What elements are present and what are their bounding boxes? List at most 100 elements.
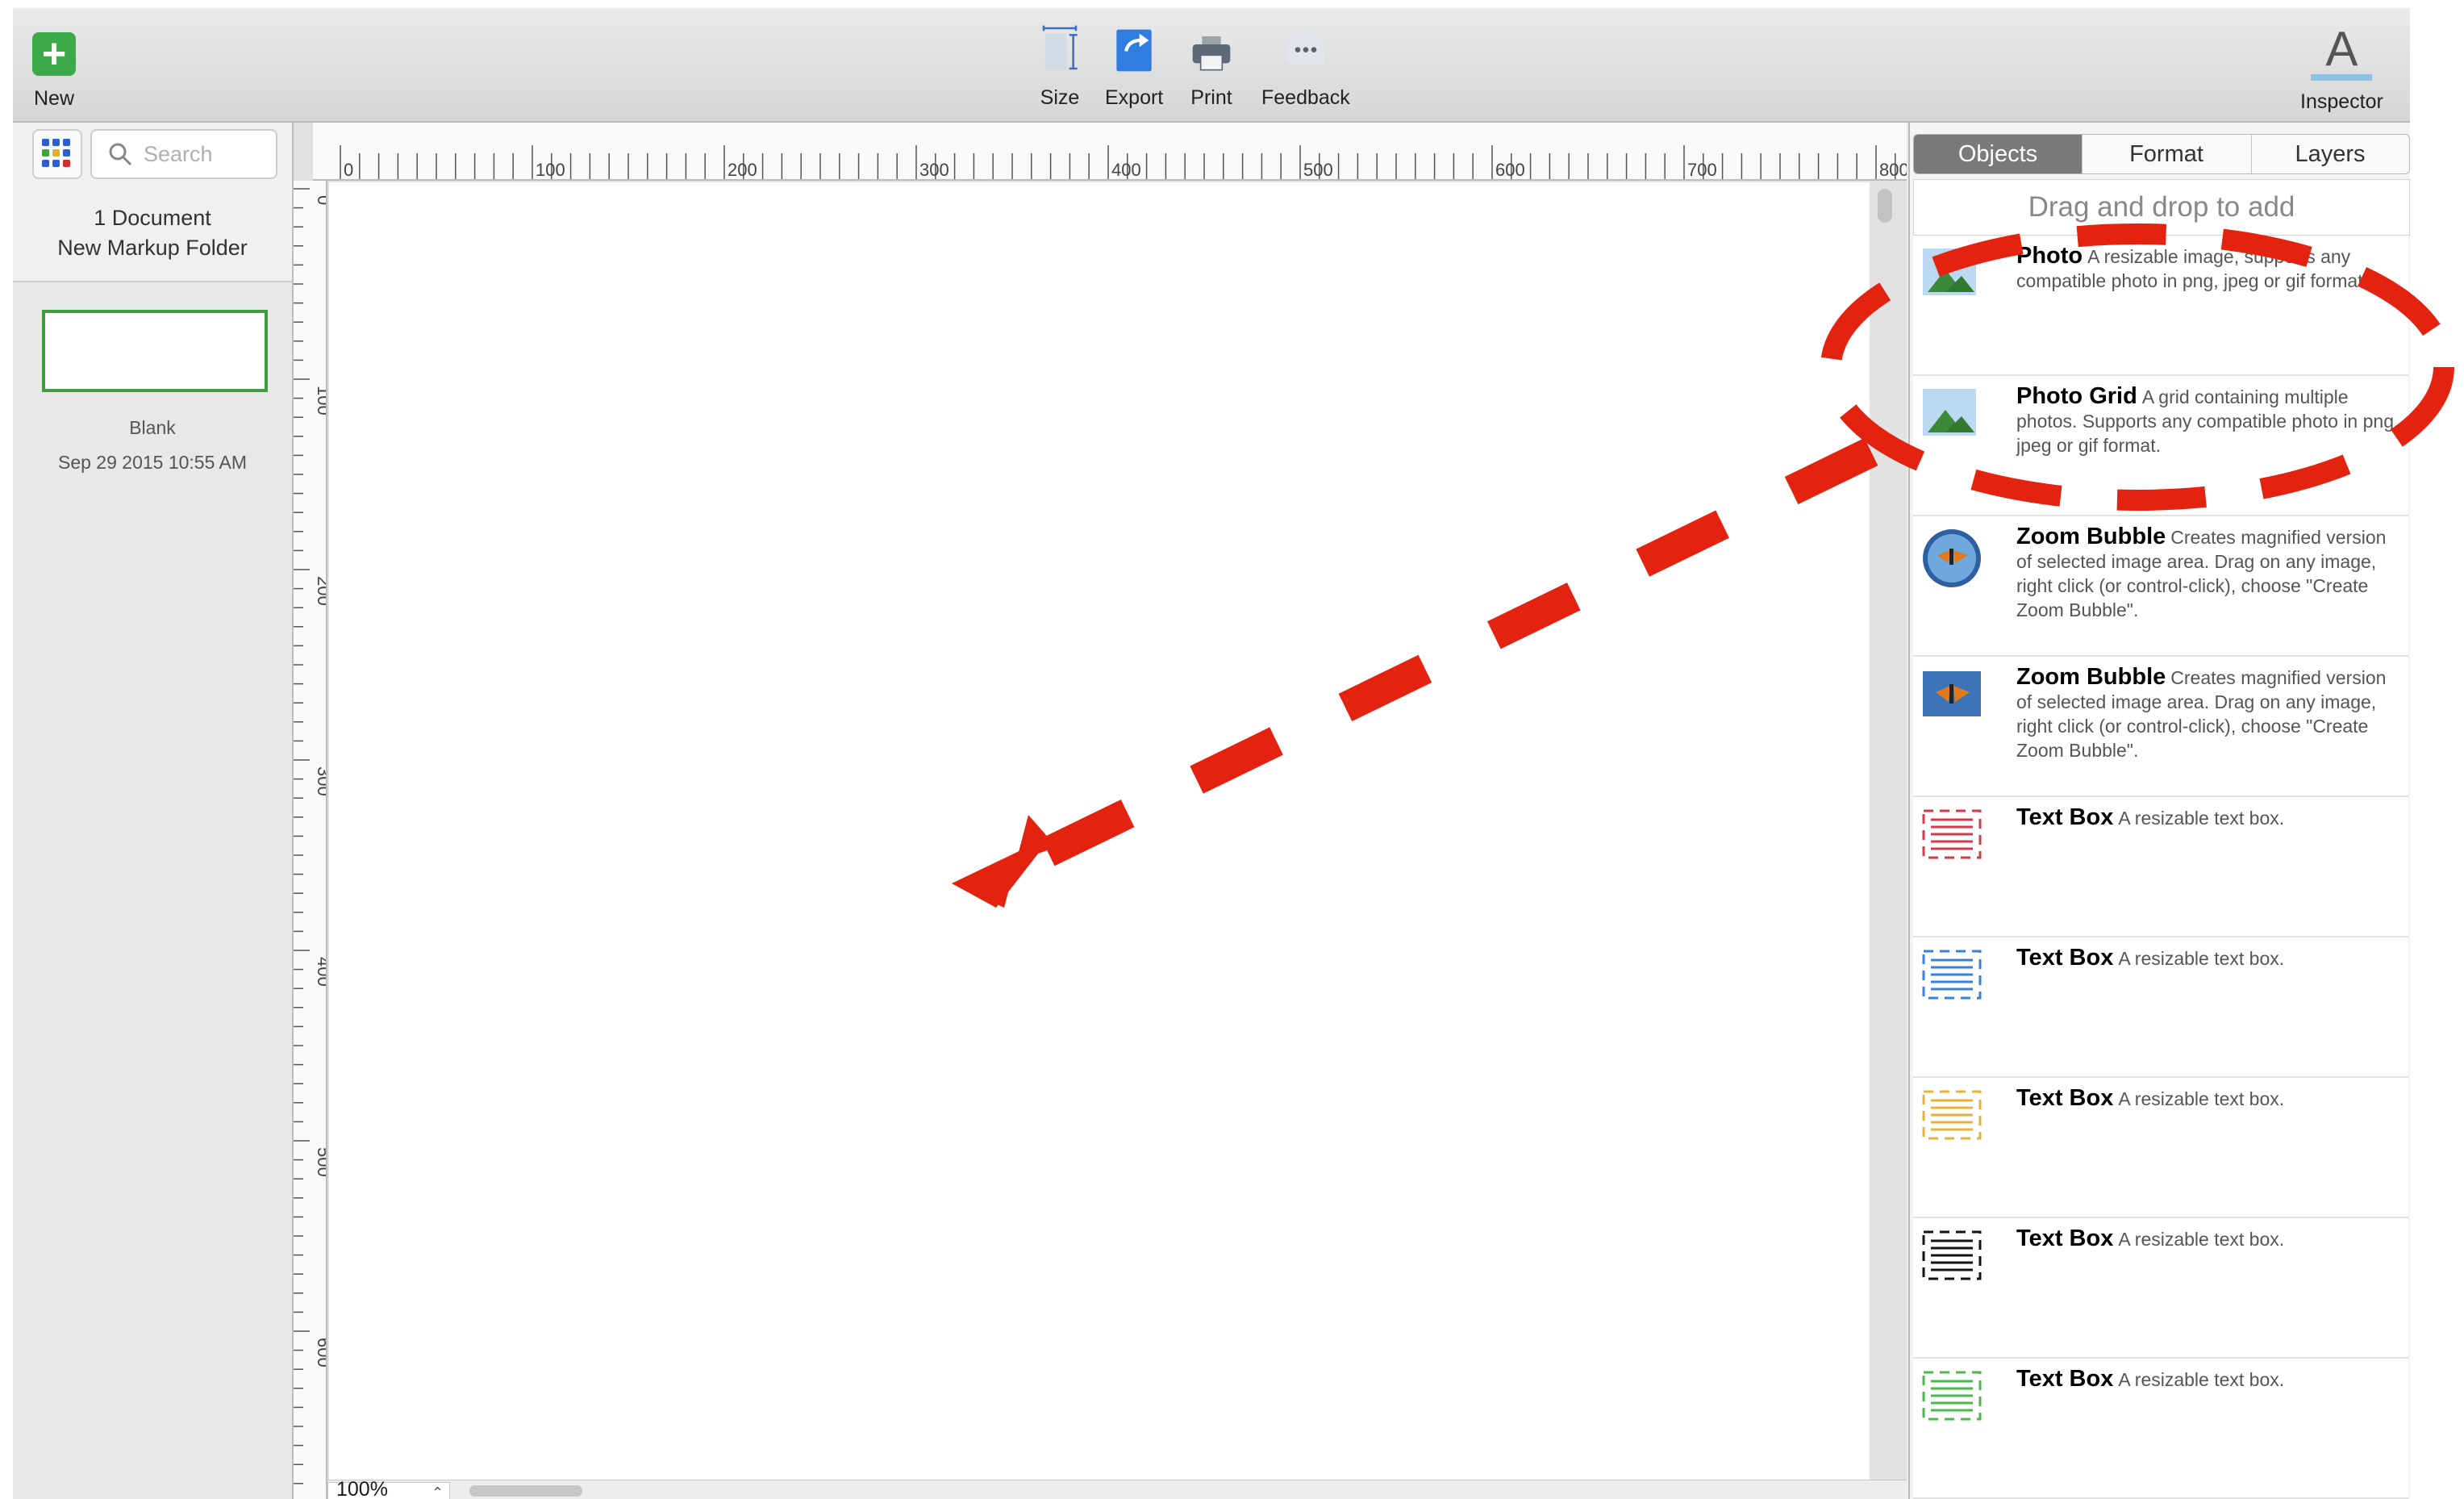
grid-view-button[interactable]	[32, 129, 82, 179]
object-description: Text Box A resizable text box.	[2016, 1086, 2405, 1111]
object-title: Text Box	[2016, 804, 2114, 830]
object-title: Text Box	[2016, 1226, 2114, 1251]
photo-icon	[1921, 247, 1979, 299]
search-icon	[109, 143, 132, 166]
object-description: Text Box A resizable text box.	[2016, 1367, 2405, 1392]
text-box-icon	[1921, 808, 1982, 860]
toolbar: + New Size Export Print Feedback A Inspe…	[13, 8, 2410, 123]
print-label: Print	[1190, 86, 1232, 109]
tab-format[interactable]: Format	[2082, 135, 2252, 173]
plus-icon: +	[32, 32, 76, 76]
object-title: Zoom Bubble	[2016, 524, 2166, 549]
object-item[interactable]: Text Box A resizable text box.	[1913, 937, 2408, 1078]
vertical-ruler: 0 100 200 300 400 500 600	[294, 181, 334, 1499]
zoom-select[interactable]: 100% ⌃	[327, 1478, 450, 1499]
zoom-bubble-round-icon	[1921, 528, 1981, 587]
object-title: Zoom Bubble	[2016, 664, 2166, 690]
ruler-label: 200	[314, 576, 326, 606]
ruler-label: 300	[919, 160, 949, 179]
ruler-label: 100	[314, 386, 326, 415]
object-desc-text: A resizable text box.	[2118, 1088, 2285, 1109]
export-button[interactable]: Export	[1105, 24, 1163, 110]
document-count: 1 Document	[94, 206, 211, 230]
ruler-label: 0	[314, 195, 326, 205]
ruler-label: 600	[1495, 160, 1525, 179]
object-description: Text Box A resizable text box.	[2016, 1226, 2405, 1251]
horizontal-scrollbar[interactable]	[469, 1485, 582, 1497]
size-button[interactable]: Size	[1036, 24, 1084, 110]
ruler-label: 0	[344, 160, 353, 179]
object-title: Text Box	[2016, 1366, 2114, 1392]
drag-hint: Drag and drop to add	[1913, 179, 2410, 236]
canvas-page[interactable]	[329, 182, 1870, 1480]
object-description: Text Box A resizable text box.	[2016, 805, 2405, 830]
object-description: Zoom Bubble Creates magnified version of …	[2016, 665, 2405, 762]
ruler-label: 500	[1303, 160, 1333, 179]
object-item[interactable]: Photo A resizable image, supports any com…	[1913, 236, 2408, 376]
tab-objects[interactable]: Objects	[1914, 135, 2083, 173]
object-item[interactable]: Text Box A resizable text box.	[1913, 797, 2408, 937]
size-label: Size	[1040, 86, 1080, 109]
more-dots-icon	[1286, 35, 1325, 65]
ruler-label: 400	[314, 957, 326, 987]
photo-grid-icon	[1921, 387, 1979, 439]
text-box-icon	[1921, 1370, 1982, 1422]
folder-name: New Markup Folder	[57, 236, 248, 260]
vertical-scrollbar[interactable]	[1878, 189, 1892, 223]
resize-icon	[1042, 25, 1078, 70]
horizontal-ruler: 0 100 200 300 400 500 600 700 800	[313, 123, 1916, 181]
object-item[interactable]: Photo Grid A grid containing multiple pho…	[1913, 376, 2408, 516]
inspector-icon: A	[2309, 24, 2374, 81]
panel-tabs: Objects Format Layers	[1913, 134, 2410, 174]
document-date: Sep 29 2015 10:55 AM	[57, 452, 248, 473]
ruler-label: 700	[1687, 160, 1717, 179]
object-description: Text Box A resizable text box.	[2016, 946, 2405, 971]
ruler-label: 100	[536, 160, 565, 179]
text-box-icon	[1921, 1089, 1982, 1141]
object-title: Photo Grid	[2016, 383, 2137, 409]
object-title: Text Box	[2016, 1085, 2114, 1111]
stepper-icon: ⌃	[432, 1484, 444, 1499]
feedback-button[interactable]: Feedback	[1261, 24, 1350, 110]
object-item[interactable]: Text Box A resizable text box.	[1913, 1218, 2408, 1359]
object-description: Photo A resizable image, supports any com…	[2016, 244, 2405, 293]
canvas-status-bar: 100% ⌃	[327, 1480, 1907, 1499]
search-input[interactable]: Search	[90, 129, 277, 179]
object-item[interactable]: Zoom Bubble Creates magnified version of …	[1913, 516, 2408, 657]
object-desc-text: A resizable text box.	[2118, 808, 2285, 829]
new-button[interactable]: + New	[32, 32, 76, 111]
text-box-icon	[1921, 949, 1982, 1000]
search-placeholder: Search	[144, 142, 213, 166]
object-desc-text: A resizable text box.	[2118, 948, 2285, 969]
export-label: Export	[1105, 86, 1164, 109]
document-name: Blank	[129, 417, 176, 438]
sidebar-header: Search 1 Document New Markup Folder	[13, 123, 292, 282]
inspector-panel: Objects Format Layers Drag and drop to a…	[1908, 123, 2410, 1499]
inspector-button[interactable]: A Inspector	[2300, 24, 2383, 114]
object-description: Photo Grid A grid containing multiple pho…	[2016, 384, 2405, 457]
zoom-bubble-square-icon	[1921, 668, 1981, 720]
ruler-label: 500	[314, 1147, 326, 1177]
new-label: New	[33, 87, 74, 110]
printer-icon	[1192, 36, 1231, 71]
ruler-label: 400	[1111, 160, 1141, 179]
object-item[interactable]: Text Box A resizable text box.	[1913, 1078, 2408, 1218]
object-desc-text: A resizable text box.	[2118, 1369, 2285, 1390]
print-button[interactable]: Print	[1187, 24, 1236, 110]
ruler-label: 200	[728, 160, 757, 179]
object-item[interactable]: Text Box A resizable text box.	[1913, 1359, 2408, 1499]
tab-layers[interactable]: Layers	[2251, 135, 2409, 173]
zoom-value: 100%	[336, 1478, 388, 1499]
object-title: Photo	[2016, 243, 2083, 269]
text-box-icon	[1921, 1230, 1982, 1281]
object-item[interactable]: Zoom Bubble Creates magnified version of …	[1913, 657, 2408, 797]
object-title: Text Box	[2016, 945, 2114, 971]
ruler-label: 300	[314, 766, 326, 796]
inspector-label: Inspector	[2300, 90, 2383, 113]
feedback-label: Feedback	[1261, 86, 1350, 109]
document-thumbnail[interactable]	[42, 310, 268, 392]
object-description: Zoom Bubble Creates magnified version of …	[2016, 524, 2405, 622]
export-icon	[1116, 29, 1152, 72]
canvas-area: 0 100 200 300 400 500 600 700 800 0 100 200 300 400 5…	[294, 123, 1916, 1499]
ruler-label: 800	[1879, 160, 1907, 179]
